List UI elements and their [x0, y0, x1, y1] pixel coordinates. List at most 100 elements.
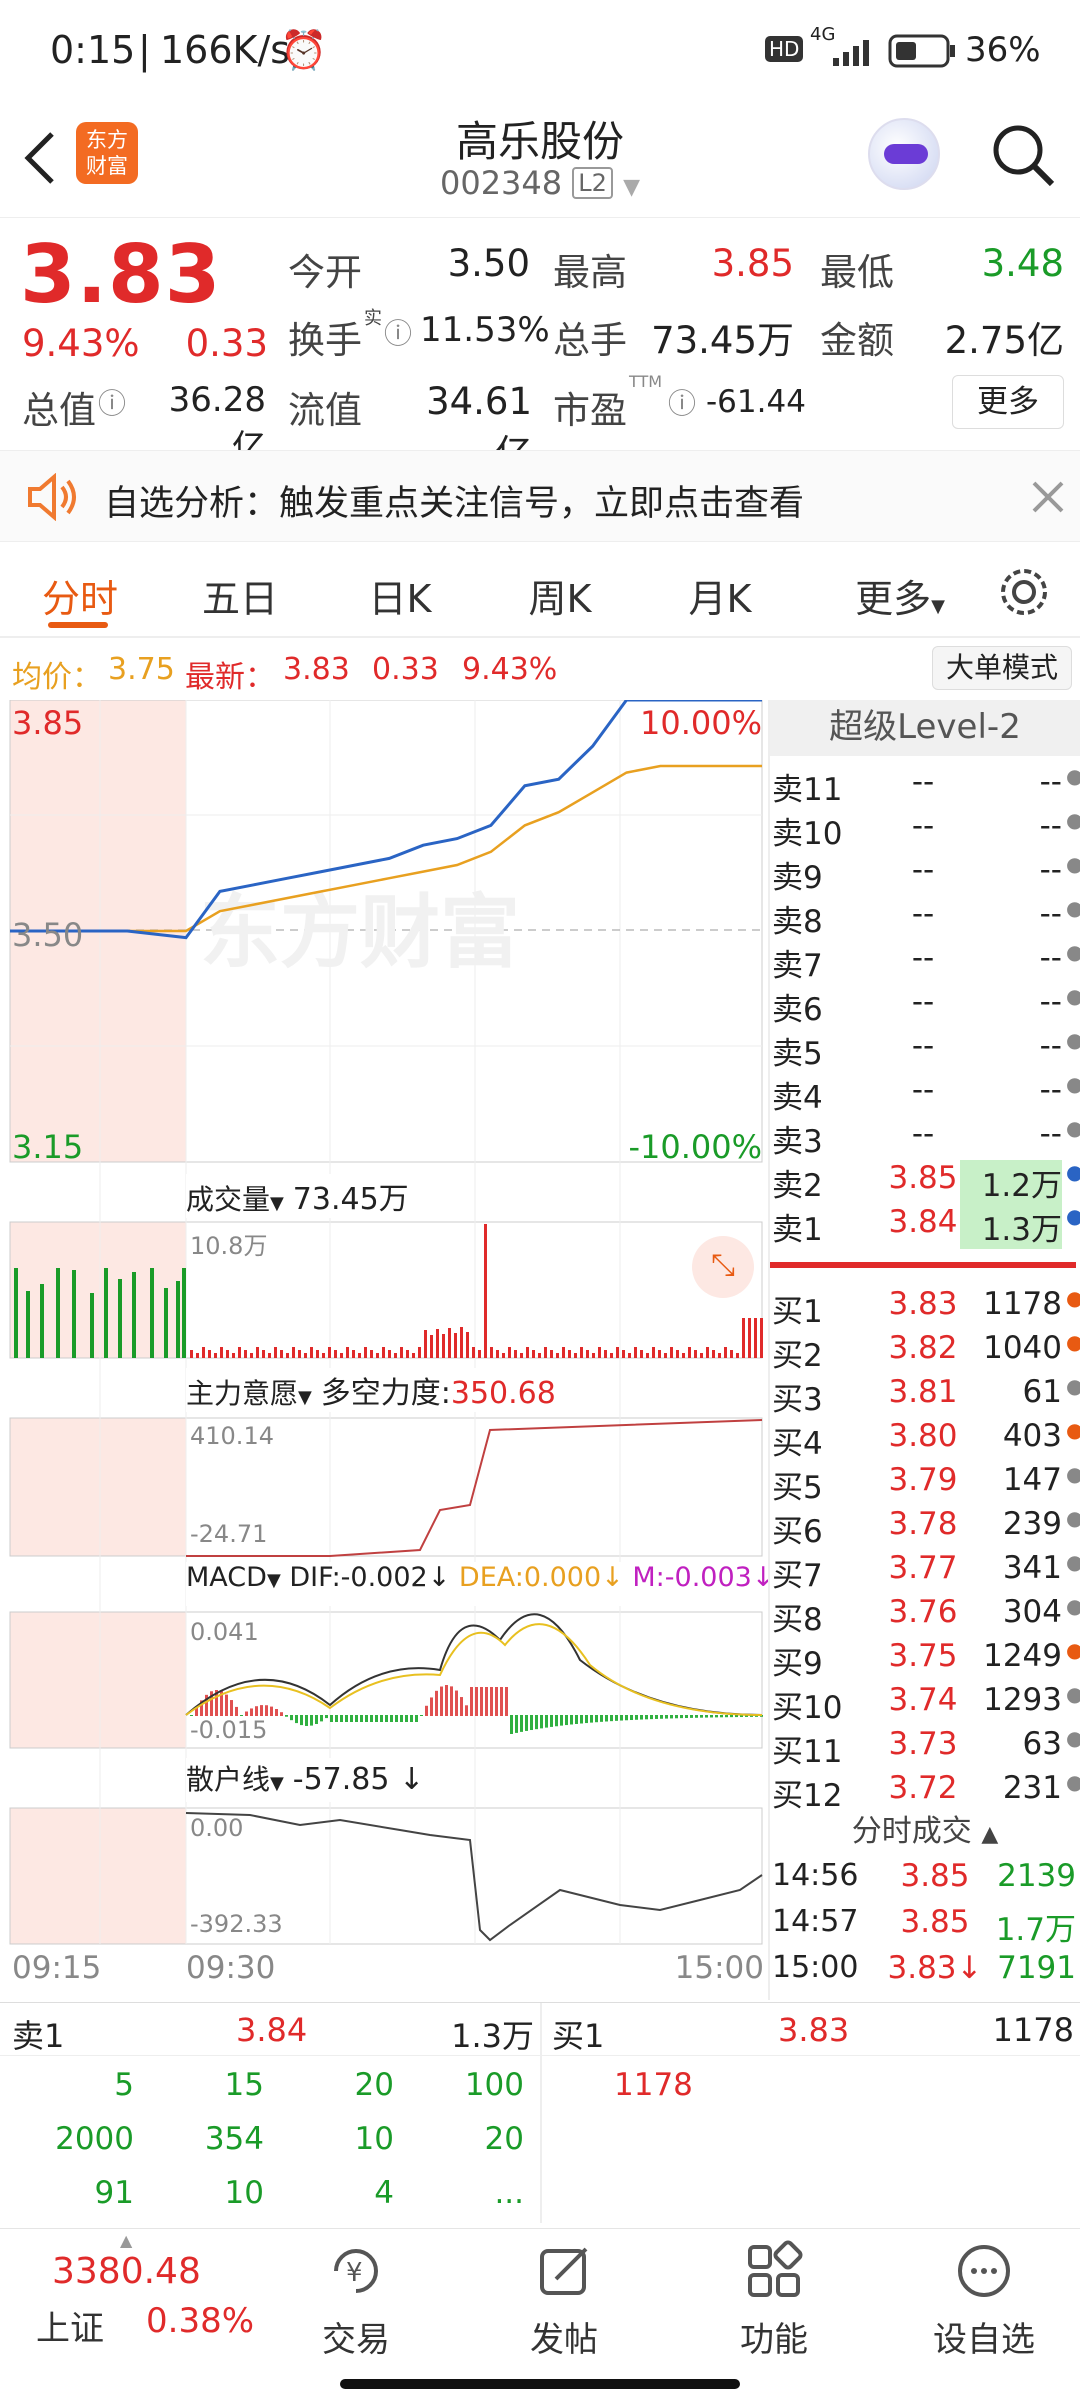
macd-dif: DIF:-0.002↓ [289, 1562, 451, 1593]
ask-level-row[interactable]: 卖5 -- -- ● [770, 1028, 1080, 1072]
tab-intraday[interactable]: 分时 [30, 568, 130, 623]
turnover-value: 11.53% [420, 310, 550, 350]
tab-monthly-k[interactable]: 月K [670, 568, 770, 623]
index-value[interactable]: 3380.48 [52, 2251, 201, 2292]
volume-bar [502, 1353, 505, 1358]
latest-value: 3.83 [283, 652, 350, 687]
bid-level-row[interactable]: 买4 3.80 403 ● [770, 1418, 1080, 1462]
info-icon[interactable]: ⓘ [384, 312, 412, 352]
tab-weekly-k[interactable]: 周K [510, 568, 610, 623]
time-axis-start: 09:15 [12, 1950, 102, 1986]
volume-bar [736, 1353, 739, 1358]
bid-level-volume: 1040 [983, 1330, 1062, 1366]
nav-functions[interactable]: 功能 [704, 2239, 844, 2361]
info-icon[interactable]: ⓘ [98, 382, 126, 422]
macd-bar [530, 1715, 533, 1731]
ask-level-row[interactable]: 卖1 3.84 1.3万 ● [770, 1204, 1080, 1249]
ask-level-row[interactable]: 卖9 -- -- ● [770, 852, 1080, 896]
bid-level-volume: 147 [1002, 1462, 1062, 1498]
ask-level-label: 卖6 [772, 992, 823, 1028]
alert-banner[interactable]: 自选分析：触发重点关注信号，立即点击查看 [0, 450, 1080, 542]
sh-header[interactable]: 散户线▼ -57.85 ↓ [186, 1758, 425, 1802]
yen-cycle-icon: ¥ [334, 2249, 378, 2293]
volume-header[interactable]: 成交量▼ 73.45万 [186, 1174, 409, 1218]
macd-bar [340, 1715, 343, 1722]
more-button[interactable]: 更多 [952, 375, 1064, 429]
macd-bar [675, 1715, 678, 1719]
queue-sell-label: 卖1 [12, 2017, 65, 2055]
volume-bar [104, 1268, 108, 1358]
mktcap-label: 总值 [22, 389, 96, 432]
level2-title[interactable]: 超级Level-2 [770, 700, 1080, 756]
volume-bar [604, 1350, 607, 1358]
order-queue-panel: 卖1 3.84 1.3万 买1 3.83 1178 5 15 20 100 2000 35… [0, 2002, 1080, 2223]
low-label: 最低 [820, 251, 894, 294]
time-axis-end: 15:00 [674, 1950, 764, 1986]
tab-five-day[interactable]: 五日 [190, 568, 290, 623]
bid-level-row[interactable]: 买7 3.77 341 ● [770, 1550, 1080, 1594]
big-order-mode-button[interactable]: 大单模式 [932, 646, 1072, 690]
volume-bar [472, 1347, 475, 1358]
macd-bar [630, 1715, 633, 1721]
bid-level-row[interactable]: 买6 3.78 239 ● [770, 1506, 1080, 1550]
macd-bar [455, 1690, 458, 1716]
settings-icon[interactable] [996, 564, 1052, 620]
bid-level-row[interactable]: 买10 3.74 1293 ● [770, 1682, 1080, 1726]
ask-level-row[interactable]: 卖7 -- -- ● [770, 940, 1080, 984]
dif-line [185, 1613, 763, 1716]
home-indicator[interactable] [340, 2379, 740, 2389]
macd-bar [405, 1715, 408, 1722]
nav-add-watchlist[interactable]: 设自选 [914, 2239, 1054, 2361]
info-icon[interactable]: ⓘ [668, 382, 696, 422]
ask-level-row[interactable]: 卖4 -- -- ● [770, 1072, 1080, 1116]
volume-bar [640, 1350, 643, 1358]
price-axis-bottom: 3.15 [12, 1128, 84, 1166]
ask-level-row[interactable]: 卖6 -- -- ● [770, 984, 1080, 1028]
edit-icon [540, 2247, 588, 2295]
bid-level-row[interactable]: 买8 3.76 304 ● [770, 1594, 1080, 1638]
macd-header[interactable]: MACD▼ DIF:-0.002↓ DEA:0.000↓ M:-0.003↓ [186, 1562, 775, 1606]
zl-header[interactable]: 主力意愿▼ 多空力度:350.68 [186, 1368, 556, 1412]
intraday-chart[interactable]: 东方财富 [0, 700, 770, 2000]
bid-level-row[interactable]: 买5 3.79 147 ● [770, 1462, 1080, 1506]
bid-level-volume: 231 [1002, 1770, 1062, 1806]
close-icon[interactable] [1030, 479, 1066, 515]
expand-icon[interactable]: ⤡ [692, 1236, 754, 1298]
ask-level-row[interactable]: 卖3 -- -- ● [770, 1116, 1080, 1160]
ask-level-row[interactable]: 卖2 3.85 1.2万 ● [770, 1160, 1080, 1205]
ask-level-row[interactable]: 卖10 -- -- ● [770, 808, 1080, 852]
queue-sell-order: 354 [204, 2121, 264, 2157]
tab-daily-k[interactable]: 日K [350, 568, 450, 623]
volume-bar [90, 1293, 94, 1358]
ask-level-label: 卖4 [772, 1080, 823, 1116]
bid-level-row[interactable]: 买3 3.81 61 ● [770, 1374, 1080, 1418]
bid-level-row[interactable]: 买9 3.75 1249 ● [770, 1638, 1080, 1682]
bid-level-label: 买4 [772, 1426, 823, 1462]
auction-shade [10, 1222, 186, 1358]
trades-header[interactable]: 分时成交 ▲ [770, 1806, 1080, 1850]
pct-axis-bottom: -10.00% [628, 1128, 762, 1166]
macd-bar [225, 1694, 228, 1716]
queue-buy-price: 3.83 [778, 2011, 850, 2049]
volume-bar [592, 1353, 595, 1358]
tab-more[interactable]: 更多▼ [835, 568, 965, 623]
bid-level-row[interactable]: 买2 3.82 1040 ● [770, 1330, 1080, 1374]
bid-level-volume: 403 [1002, 1418, 1062, 1454]
stock-code-line[interactable]: 002348 L2 ▼ [0, 164, 1080, 202]
nav-trade[interactable]: ¥ 交易 [286, 2239, 426, 2361]
bid-level-row[interactable]: 买11 3.73 63 ● [770, 1726, 1080, 1770]
dea-line [185, 1623, 763, 1716]
ask-level-row[interactable]: 卖11 -- -- ● [770, 764, 1080, 808]
volume-total: 73.45万 [292, 1182, 409, 1217]
order-dot-icon: ● [1066, 1330, 1080, 1354]
volume-bar [718, 1353, 721, 1358]
trade-price: 3.83↓ [887, 1950, 983, 1986]
volume-bar [424, 1330, 427, 1358]
bid-level-row[interactable]: 买1 3.83 1178 ● [770, 1286, 1080, 1330]
order-dot-icon: ● [1066, 764, 1080, 788]
bid-level-label: 买1 [772, 1294, 823, 1330]
nav-post[interactable]: 发帖 [494, 2239, 634, 2361]
order-dot-icon: ● [1066, 852, 1080, 876]
zl-value: 350.68 [450, 1376, 556, 1411]
ask-level-row[interactable]: 卖8 -- -- ● [770, 896, 1080, 940]
